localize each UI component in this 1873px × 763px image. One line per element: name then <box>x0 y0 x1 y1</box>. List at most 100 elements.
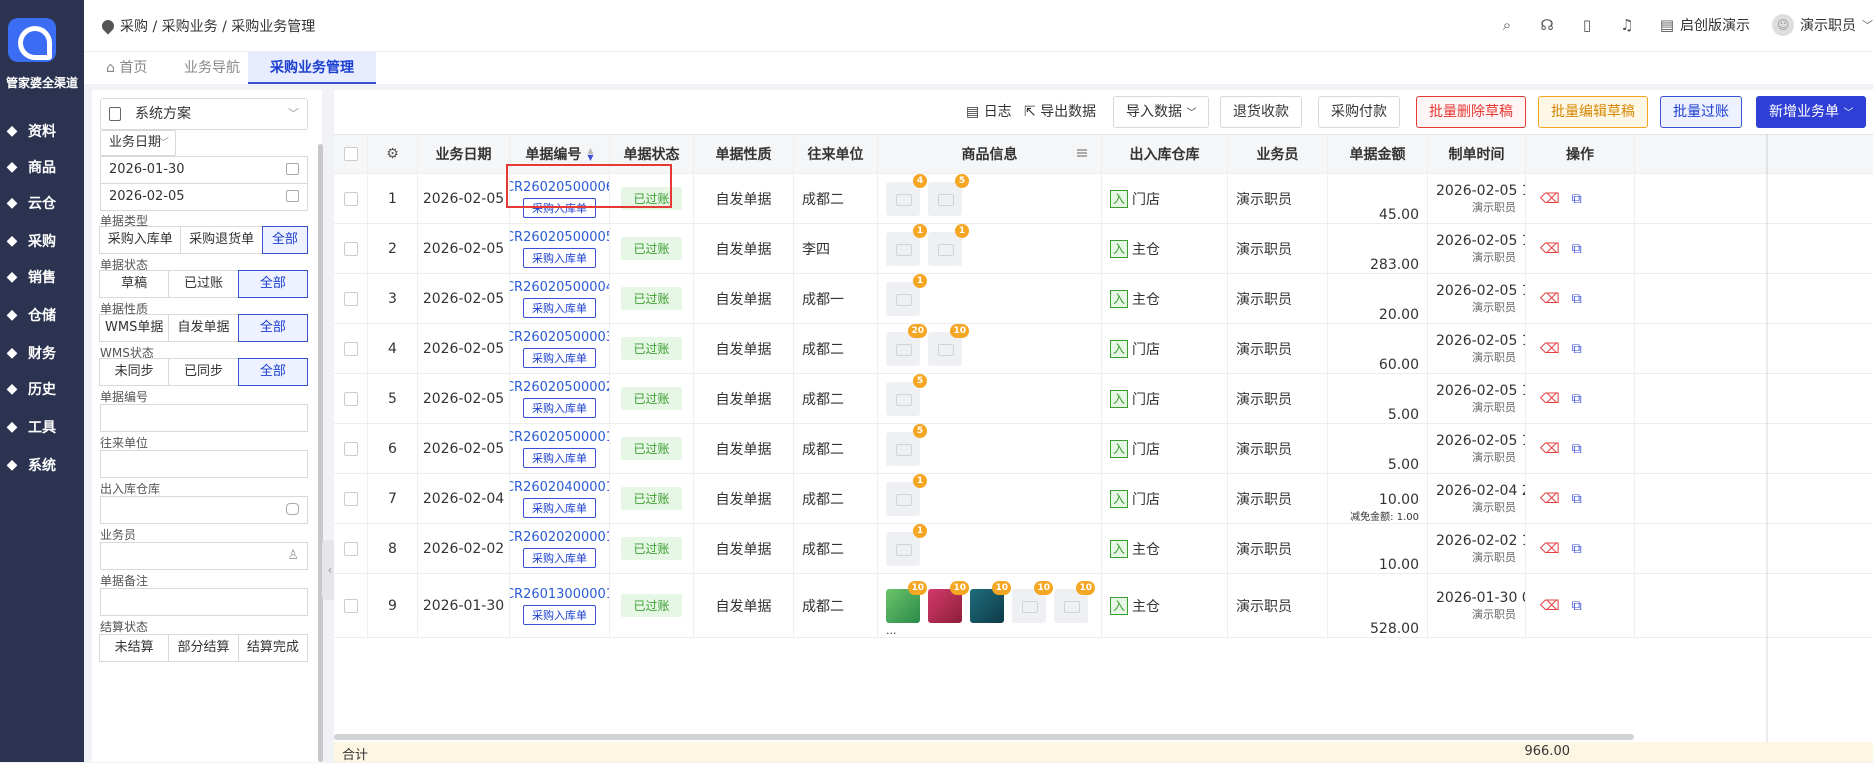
table-row[interactable]: 3 2026-02-05 CR26020500004 采购入库单 已过账 自发单据 成都一 1… <box>334 273 1873 324</box>
export-link[interactable]: ⇱ 导出数据 <box>1024 96 1096 128</box>
row-select[interactable] <box>334 224 368 273</box>
doc-status-option[interactable]: 草稿 <box>99 270 170 298</box>
document-code-link[interactable]: CR26020500003 <box>510 330 609 345</box>
doc-nature-option[interactable]: 全部 <box>237 314 308 342</box>
doc-status-option[interactable]: 全部 <box>237 270 308 298</box>
document-code-link[interactable]: CR26020500001 <box>510 430 609 445</box>
doc-type-option[interactable]: 全部 <box>261 226 308 254</box>
column-menu-icon[interactable] <box>1077 149 1087 157</box>
delete-icon[interactable]: ⌫ <box>1540 241 1560 257</box>
nav-item[interactable]: ◆ 云仓 <box>0 188 84 218</box>
nav-item[interactable]: ◆ 系统 <box>0 450 84 480</box>
product-thumbnail[interactable]: 4 <box>886 173 927 216</box>
doc-type-tag[interactable]: 采购入库单 <box>523 447 596 468</box>
new-document-button[interactable]: 新增业务单 ﹀ <box>1756 96 1867 128</box>
row-select[interactable] <box>334 574 368 637</box>
doc-type-tag[interactable]: 采购入库单 <box>523 604 596 625</box>
pay-button[interactable]: 采购付款 <box>1318 96 1400 128</box>
checkbox[interactable] <box>343 391 358 406</box>
table-row[interactable]: 9 2026-01-30 CR26013000001 采购入库单 已过账 自发单据 成都二 1… <box>334 574 1873 638</box>
partner-input[interactable] <box>100 450 308 478</box>
table-row[interactable]: 4 2026-02-05 CR26020500003 采购入库单 已过账 自发单据 成都二 2… <box>334 323 1873 374</box>
column-header[interactable]: 业务员 <box>1228 135 1328 173</box>
settle-status-option[interactable]: 未结算 <box>99 634 170 662</box>
edition-switch[interactable]: ▤ 启创版演示 <box>1658 15 1750 35</box>
tab-purchase-management[interactable]: 采购业务管理 <box>248 52 376 84</box>
table-row[interactable]: 7 2026-02-04 CR26020400001 采购入库单 已过账 自发单据 成都二 1… <box>334 473 1873 524</box>
product-thumbnail[interactable]: 10 <box>1012 580 1053 623</box>
copy-icon[interactable]: ⧉ <box>1572 191 1582 207</box>
nav-item[interactable]: ◆ 工具 <box>0 412 84 442</box>
nav-item[interactable]: ◆ 商品 <box>0 152 84 182</box>
import-button[interactable]: 导入数据 ﹀ <box>1113 96 1210 128</box>
copy-icon[interactable]: ⧉ <box>1572 541 1582 557</box>
product-thumbnail[interactable]: 1 <box>886 523 927 566</box>
date-type-select[interactable]: 业务日期 ﹀ <box>100 130 176 156</box>
wms-status-option[interactable]: 全部 <box>237 358 308 386</box>
date-to-input[interactable]: 2026-02-05 <box>100 183 308 211</box>
doc-type-tag[interactable]: 采购入库单 <box>523 347 596 368</box>
doc-nature-option[interactable]: WMS单据 <box>99 314 170 342</box>
product-thumbnail[interactable]: 10 <box>928 580 969 623</box>
table-row[interactable]: 2 2026-02-05 CR26020500005 采购入库单 已过账 自发单据 李四 1 1… <box>334 223 1873 274</box>
row-select[interactable] <box>334 524 368 573</box>
column-header[interactable]: 单据性质 <box>694 135 794 173</box>
checkbox[interactable] <box>343 441 358 456</box>
horizontal-scrollbar[interactable] <box>334 734 1634 740</box>
log-link[interactable]: ▤ 日志 <box>966 96 1012 128</box>
column-header[interactable]: 业务日期 <box>418 135 510 173</box>
product-thumbnail[interactable]: 1 <box>886 473 927 516</box>
tab-home[interactable]: ⌂ 首页 <box>84 52 169 84</box>
delete-icon[interactable]: ⌫ <box>1540 191 1560 207</box>
row-select[interactable] <box>334 324 368 373</box>
filter-scrollbar[interactable] <box>318 144 323 762</box>
product-thumbnail[interactable]: 1 <box>886 273 927 316</box>
wms-status-option[interactable]: 未同步 <box>99 358 170 386</box>
tab-business-nav[interactable]: 业务导航 <box>162 52 262 84</box>
checkbox[interactable] <box>343 491 358 506</box>
nav-item[interactable]: ◆ 资料 <box>0 116 84 146</box>
copy-icon[interactable]: ⧉ <box>1572 598 1582 614</box>
nav-item[interactable]: ◆ 采购 <box>0 226 84 256</box>
refund-button[interactable]: 退货收款 <box>1220 96 1302 128</box>
product-thumbnail[interactable]: 5 <box>928 173 969 216</box>
row-select[interactable] <box>334 374 368 423</box>
checkbox[interactable] <box>343 341 358 356</box>
checkbox[interactable] <box>343 147 358 161</box>
column-header[interactable]: 出入库仓库 <box>1102 135 1228 173</box>
wms-status-option[interactable]: 已同步 <box>168 358 239 386</box>
doc-type-option[interactable]: 采购入库单 <box>99 226 182 254</box>
bell-icon[interactable]: ♫ <box>1618 16 1636 34</box>
delete-icon[interactable]: ⌫ <box>1540 341 1560 357</box>
table-row[interactable]: 5 2026-02-05 CR26020500002 采购入库单 已过账 自发单据 成都二 5… <box>334 373 1873 424</box>
column-header[interactable]: 往来单位 <box>794 135 878 173</box>
checkbox[interactable] <box>343 598 358 613</box>
row-select[interactable] <box>334 274 368 323</box>
nav-item[interactable]: ◆ 仓储 <box>0 300 84 330</box>
product-thumbnail[interactable]: 10 <box>886 580 927 623</box>
doc-type-tag[interactable]: 采购入库单 <box>523 397 596 418</box>
table-row[interactable]: 6 2026-02-05 CR26020500001 采购入库单 已过账 自发单据 成都二 5… <box>334 423 1873 474</box>
support-icon[interactable]: ☊ <box>1538 16 1556 34</box>
app-logo-icon[interactable] <box>8 18 56 62</box>
settle-status-option[interactable]: 部分结算 <box>168 634 239 662</box>
search-icon[interactable]: ⌕ <box>1498 16 1516 34</box>
doc-type-tag[interactable]: 采购入库单 <box>523 547 596 568</box>
date-from-input[interactable]: 2026-01-30 <box>100 156 308 184</box>
product-thumbnail[interactable]: 10 <box>1054 580 1095 623</box>
batch-edit-draft-button[interactable]: 批量编辑草稿 <box>1538 96 1648 128</box>
row-select[interactable] <box>334 424 368 473</box>
row-select[interactable] <box>334 174 368 223</box>
user-menu[interactable]: ☺ 演示职员 ﹀ <box>1772 14 1873 36</box>
copy-icon[interactable]: ⧉ <box>1572 241 1582 257</box>
gear-icon[interactable]: ⚙ <box>386 146 399 162</box>
settle-status-option[interactable]: 结算完成 <box>237 634 308 662</box>
document-code-link[interactable]: CR26013000001 <box>510 587 609 602</box>
document-code-link[interactable]: CR26020200001 <box>510 530 609 545</box>
product-thumbnail[interactable]: 20 <box>886 323 927 366</box>
row-select[interactable] <box>334 474 368 523</box>
doc-type-option[interactable]: 采购退货单 <box>180 226 263 254</box>
doc-status-option[interactable]: 已过账 <box>168 270 239 298</box>
delete-icon[interactable]: ⌫ <box>1540 291 1560 307</box>
checkbox[interactable] <box>343 191 358 206</box>
